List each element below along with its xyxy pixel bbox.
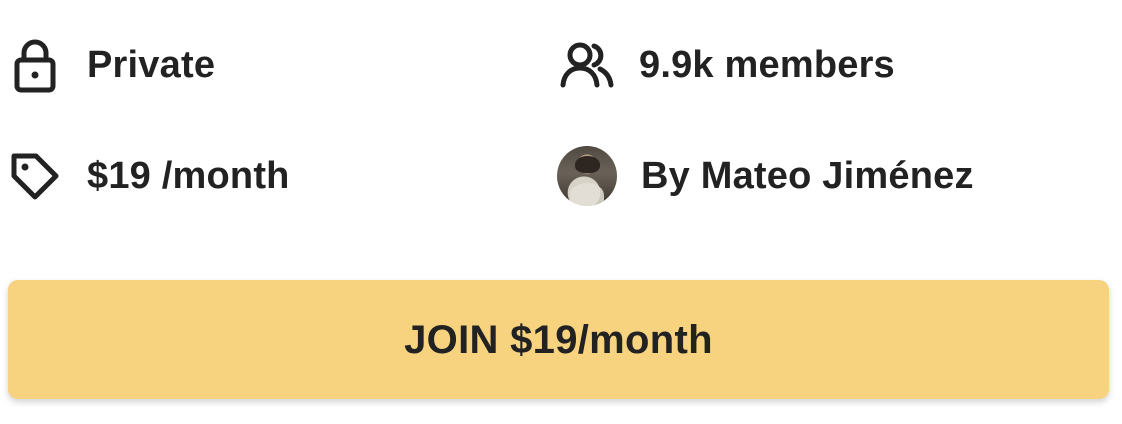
privacy-label: Private — [87, 44, 216, 86]
lock-icon — [3, 33, 67, 97]
owner-label: By Mateo Jiménez — [641, 155, 974, 197]
users-icon — [555, 33, 619, 97]
owner-info: By Mateo Jiménez — [557, 144, 974, 208]
price-label: $19 /month — [87, 155, 290, 197]
avatar — [557, 146, 617, 206]
members-info: 9.9k members — [555, 33, 895, 97]
price-info: $19 /month — [3, 144, 290, 208]
tag-icon — [3, 144, 67, 208]
join-button[interactable]: JOIN $19/month — [8, 280, 1109, 399]
join-button-label: JOIN $19/month — [404, 317, 713, 362]
privacy-info: Private — [3, 33, 215, 97]
members-label: 9.9k members — [639, 44, 895, 86]
